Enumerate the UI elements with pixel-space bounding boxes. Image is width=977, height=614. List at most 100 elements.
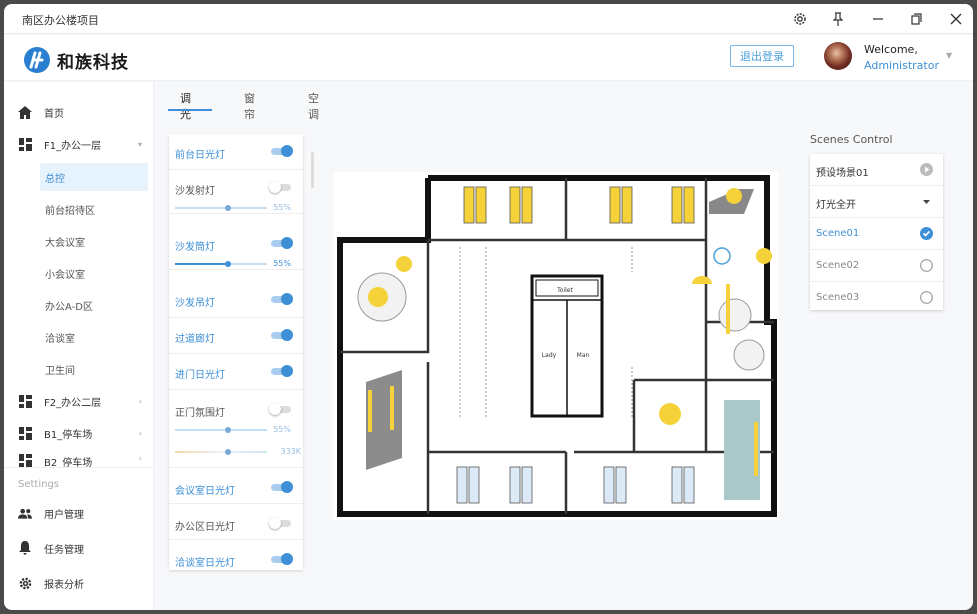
light-row: 沙发吊灯 bbox=[169, 270, 303, 318]
radio-icon bbox=[920, 291, 933, 304]
light-row: 进门日光灯 bbox=[169, 354, 303, 390]
scene-option[interactable]: Scene03 bbox=[810, 282, 943, 314]
brightness-slider[interactable] bbox=[175, 427, 267, 433]
check-circle-icon bbox=[920, 227, 933, 240]
sidebar-item-b1[interactable]: B1_停车场 ‹ bbox=[4, 419, 153, 447]
app-header: 和族科技 退出登录 Welcome, Administrator ▼ bbox=[4, 35, 973, 81]
scene-option[interactable]: Scene01 bbox=[810, 218, 943, 250]
bell-icon bbox=[18, 541, 32, 555]
divider bbox=[4, 467, 153, 468]
light-name: 沙发射灯 bbox=[175, 186, 215, 197]
tab-curtains[interactable]: 窗帘 bbox=[244, 90, 255, 122]
room-label: Man bbox=[577, 352, 590, 359]
sidebar-item-tasks[interactable]: 任务管理 bbox=[4, 534, 153, 562]
avatar[interactable] bbox=[824, 42, 852, 70]
brightness-value: 55% bbox=[273, 259, 291, 268]
sidebar-item-floor1[interactable]: F1_办公一层 ▾ bbox=[4, 130, 153, 158]
radio-icon bbox=[920, 259, 933, 272]
sidebar-subitem-restroom[interactable]: 卫生间 bbox=[40, 355, 148, 383]
color-temp-value: 333K bbox=[280, 447, 301, 456]
logout-button[interactable]: 退出登录 bbox=[730, 45, 794, 67]
light-toggle[interactable] bbox=[269, 181, 291, 193]
light-toggle[interactable] bbox=[269, 403, 291, 415]
sidebar-subitem-office-ad[interactable]: 办公A-D区 bbox=[40, 291, 148, 319]
light-toggle[interactable] bbox=[271, 553, 293, 565]
scene-option-label: Scene02 bbox=[816, 260, 860, 271]
light-toggle[interactable] bbox=[271, 293, 293, 305]
sidebar-item-floor2[interactable]: F2_办公二层 ‹ bbox=[4, 387, 153, 415]
sidebar-item-reports[interactable]: 报表分析 bbox=[4, 569, 153, 597]
sidebar-item-home[interactable]: 首页 bbox=[4, 98, 153, 126]
scrollbar[interactable] bbox=[311, 152, 314, 188]
scene-preset-row[interactable]: 预设场景01 bbox=[810, 154, 943, 186]
scenes-panel: 预设场景01 灯光全开 Scene01 Scene02 Scene03 bbox=[810, 154, 943, 310]
users-icon bbox=[18, 506, 32, 520]
sidebar-subitem-small-meeting[interactable]: 小会议室 bbox=[40, 259, 148, 287]
light-row: 会议室日光灯 bbox=[169, 468, 303, 504]
light-row: 办公区日光灯 bbox=[169, 504, 303, 540]
chevron-down-icon[interactable]: ▼ bbox=[946, 51, 952, 60]
tab-lighting[interactable]: 调光 bbox=[180, 90, 191, 122]
close-icon[interactable] bbox=[944, 7, 968, 31]
brightness-slider[interactable] bbox=[175, 261, 267, 267]
light-row: 前台日光灯 bbox=[169, 134, 303, 170]
light-toggle[interactable] bbox=[269, 517, 291, 529]
chevron-left-icon: ‹ bbox=[138, 454, 142, 463]
brightness-slider[interactable] bbox=[175, 205, 267, 211]
brightness-value: 55% bbox=[273, 425, 291, 434]
tab-aircon[interactable]: 空调 bbox=[308, 90, 319, 122]
light-toggle[interactable] bbox=[271, 481, 293, 493]
scene-select[interactable]: 灯光全开 bbox=[810, 186, 943, 218]
minimize-icon[interactable] bbox=[866, 7, 890, 31]
brightness-value: 55% bbox=[273, 203, 291, 212]
chevron-down-icon: ▾ bbox=[137, 139, 142, 149]
light-toggle[interactable] bbox=[271, 237, 293, 249]
settings-section-label: Settings bbox=[18, 479, 60, 490]
light-row: 洽谈室日光灯 bbox=[169, 540, 303, 570]
sidebar-subitem-large-meeting[interactable]: 大会议室 bbox=[40, 227, 148, 255]
logo-icon bbox=[24, 47, 50, 73]
sidebar-subitem-reception[interactable]: 前台招待区 bbox=[40, 195, 148, 223]
light-name: 正门氛围灯 bbox=[175, 408, 225, 419]
settings-icon[interactable] bbox=[788, 7, 812, 31]
sidebar-item-label: B1_停车场 bbox=[44, 429, 93, 441]
light-name: 进门日光灯 bbox=[175, 370, 225, 381]
sidebar-item-label: F1_办公一层 bbox=[44, 140, 102, 152]
brand-logo: 和族科技 bbox=[22, 45, 129, 75]
restore-icon[interactable] bbox=[904, 7, 928, 31]
light-toggle[interactable] bbox=[271, 329, 293, 341]
scenes-title: Scenes Control bbox=[810, 133, 893, 146]
grid-icon bbox=[18, 453, 32, 467]
sidebar-item-label: F2_办公二层 bbox=[44, 397, 102, 409]
scene-option-label: Scene03 bbox=[816, 292, 860, 303]
sidebar-subitem-negotiation[interactable]: 洽谈室 bbox=[40, 323, 148, 351]
color-temp-slider[interactable] bbox=[175, 449, 267, 455]
scene-select-value: 灯光全开 bbox=[816, 200, 856, 211]
sidebar-subitem-master[interactable]: 总控 bbox=[40, 163, 148, 191]
light-name: 沙发筒灯 bbox=[175, 242, 215, 253]
light-toggle[interactable] bbox=[271, 145, 293, 157]
sidebar-item-b2[interactable]: B2_停车场 ‹ bbox=[4, 451, 153, 467]
grid-icon bbox=[18, 137, 32, 151]
tab-indicator bbox=[168, 109, 212, 111]
light-toggle[interactable] bbox=[271, 365, 293, 377]
title-bar: 南区办公楼项目 bbox=[4, 4, 973, 34]
scene-option[interactable]: Scene02 bbox=[810, 250, 943, 282]
pin-icon[interactable] bbox=[826, 7, 850, 31]
gear-icon bbox=[18, 576, 32, 590]
room-label: Lady bbox=[542, 352, 557, 359]
caret-down-icon bbox=[923, 200, 930, 204]
sidebar-item-label: 首页 bbox=[44, 108, 64, 120]
floor-plan: Toilet Lady Man bbox=[334, 172, 779, 520]
sidebar-item-users[interactable]: 用户管理 bbox=[4, 499, 153, 527]
light-control-list: 前台日光灯 沙发射灯 55% 沙发筒灯 55% 沙发吊灯 过道廊灯 进门日光灯 bbox=[169, 134, 303, 570]
light-row: 正门氛围灯 55% 333K bbox=[169, 390, 303, 468]
sidebar-item-label: 用户管理 bbox=[44, 509, 84, 521]
chevron-left-icon: ‹ bbox=[138, 396, 142, 406]
play-icon[interactable] bbox=[920, 163, 933, 176]
sidebar-item-label: B2_停车场 bbox=[44, 458, 93, 467]
welcome-text: Welcome, bbox=[864, 43, 918, 56]
user-role[interactable]: Administrator bbox=[864, 59, 939, 72]
app-window: 南区办公楼项目 和族科技 退出登录 Welcome, Administrator bbox=[4, 4, 973, 610]
sidebar: 首页 F1_办公一层 ▾ 总控 前台招待区 大会议室 小会议室 办公A-D区 洽… bbox=[4, 82, 154, 610]
